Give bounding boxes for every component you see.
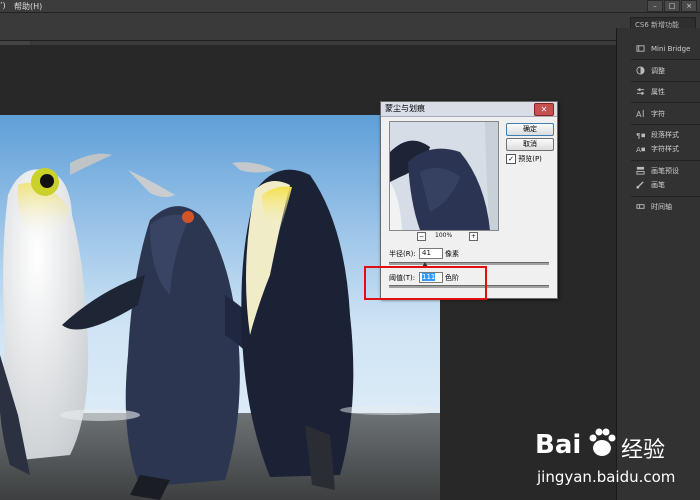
paragraph-styles-icon: ¶ bbox=[636, 131, 645, 139]
preview-checkbox[interactable]: ✓ 预览(P) bbox=[506, 154, 542, 164]
options-bar: CS6 新增功能 bbox=[0, 13, 700, 41]
zoom-out-button[interactable]: − bbox=[417, 232, 426, 241]
cancel-button[interactable]: 取消 bbox=[506, 138, 554, 151]
panel-divider bbox=[631, 124, 700, 125]
panel-character-styles-label: 字符样式 bbox=[651, 145, 679, 153]
panel-properties-label: 属性 bbox=[651, 88, 665, 96]
preview-image bbox=[390, 122, 498, 230]
close-window-button[interactable]: × bbox=[681, 0, 697, 12]
panel-divider bbox=[631, 102, 700, 103]
character-icon: A bbox=[636, 109, 644, 118]
radius-slider[interactable] bbox=[389, 262, 549, 265]
checkbox-check-icon: ✓ bbox=[506, 154, 516, 164]
timeline-icon bbox=[636, 204, 645, 209]
zoom-level: 100% bbox=[435, 232, 453, 239]
dialog-title-bar[interactable]: 蒙尘与划痕 ✕ bbox=[381, 102, 557, 117]
adjustments-icon bbox=[636, 66, 645, 75]
svg-text:¶: ¶ bbox=[636, 131, 641, 139]
panel-paragraph-styles-label: 段落样式 bbox=[651, 131, 679, 139]
panel-timeline-label: 时间轴 bbox=[651, 203, 672, 211]
properties-icon bbox=[636, 88, 645, 95]
panel-divider bbox=[631, 160, 700, 161]
character-styles-icon: A bbox=[636, 145, 645, 153]
menu-bar: ’) 帮助(H) – □ × bbox=[0, 0, 700, 13]
preview-checkbox-label: 预览(P) bbox=[518, 155, 542, 163]
maximize-button[interactable]: □ bbox=[664, 0, 680, 12]
filter-preview[interactable] bbox=[389, 121, 499, 231]
radius-label: 半径(R): bbox=[389, 250, 416, 258]
highlight-annotation-box bbox=[364, 266, 487, 300]
svg-text:A: A bbox=[636, 109, 642, 118]
watermark-brand-right: 经验 bbox=[621, 438, 666, 463]
panel-brush-presets-label: 画笔预设 bbox=[651, 167, 679, 175]
brush-icon bbox=[636, 181, 644, 189]
menu-item-partial[interactable]: ’) bbox=[0, 1, 6, 10]
penguin-image bbox=[0, 115, 440, 500]
panel-adjustments-label: 调整 bbox=[651, 67, 665, 75]
panel-character-label: 字符 bbox=[651, 110, 665, 118]
panel-mini-bridge-label: Mini Bridge bbox=[651, 45, 691, 53]
dialog-title: 蒙尘与划痕 bbox=[385, 104, 425, 113]
minimize-button[interactable]: – bbox=[647, 0, 663, 12]
mini-bridge-icon bbox=[636, 45, 645, 52]
zoom-in-button[interactable]: + bbox=[469, 232, 478, 241]
radius-unit: 像素 bbox=[445, 250, 459, 258]
baidu-paw-icon bbox=[589, 428, 616, 456]
dialog-close-button[interactable]: ✕ bbox=[534, 103, 554, 116]
panel-divider bbox=[631, 81, 700, 82]
zoom-controls: − 100% + bbox=[389, 231, 499, 241]
svg-text:A: A bbox=[636, 145, 641, 153]
ok-button[interactable]: 确定 bbox=[506, 123, 554, 136]
radius-input[interactable]: 41 bbox=[419, 248, 443, 259]
watermark-url: jingyan.baidu.com bbox=[537, 468, 676, 486]
panel-divider bbox=[631, 59, 700, 60]
panel-divider bbox=[631, 196, 700, 197]
panel-brush-label: 画笔 bbox=[651, 181, 665, 189]
brush-presets-icon bbox=[636, 166, 645, 175]
watermark-brand-left: Bai bbox=[535, 430, 582, 460]
baidu-jingyan-watermark: Bai 经验 jingyan.baidu.com bbox=[535, 420, 695, 496]
penguin-photo bbox=[0, 115, 440, 500]
menu-item-help[interactable]: 帮助(H) bbox=[14, 1, 42, 12]
